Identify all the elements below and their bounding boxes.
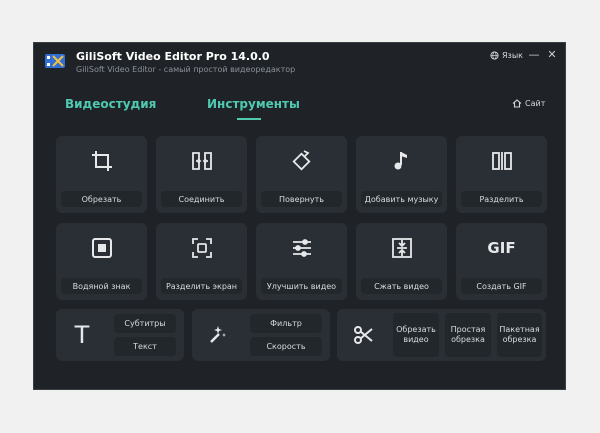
cut-tools-group: Обрезать видео Простая обрезка Пакетная … [337, 309, 546, 361]
home-icon [512, 99, 522, 108]
subtitles-button[interactable]: Субтитры [114, 314, 176, 333]
rotate-icon [291, 150, 311, 171]
tool-label: Обрезать [61, 191, 142, 207]
minimize-button[interactable]: — [528, 49, 540, 61]
simple-cut-button[interactable]: Простая обрезка [445, 313, 491, 357]
tool-split-screen[interactable]: Разделить экран [156, 223, 247, 300]
scissors-icon [354, 326, 373, 344]
site-link[interactable]: Сайт [512, 99, 545, 108]
tool-label: Водяной знак [61, 278, 142, 294]
text-tools-group: T Субтитры Текст [56, 309, 184, 361]
compress-icon [391, 238, 412, 258]
music-note-icon [394, 152, 407, 170]
gif-icon: GIF [487, 239, 516, 257]
language-label: Язык [502, 51, 523, 60]
globe-icon [490, 51, 499, 60]
speed-button[interactable]: Скорость [250, 337, 322, 356]
batch-cut-button[interactable]: Пакетная обрезка [497, 313, 542, 357]
tool-label: Разделить [461, 191, 542, 207]
tool-label: Создать GIF [461, 278, 542, 294]
effects-tools-group: Фильтр Скорость [192, 309, 330, 361]
tool-add-music[interactable]: Добавить музыку [356, 136, 447, 213]
tool-enhance-video[interactable]: Улучшить видео [256, 223, 347, 300]
tool-rotate[interactable]: Повернуть [256, 136, 347, 213]
active-tab-indicator [237, 118, 261, 120]
tool-label: Сжать видео [361, 278, 442, 294]
language-button[interactable]: Язык [490, 51, 523, 60]
tool-label: Соединить [161, 191, 242, 207]
app-window: GiliSoft Video Editor Pro 14.0.0 GiliSof… [33, 42, 566, 390]
tool-label: Улучшить видео [261, 278, 342, 294]
split-icon [491, 152, 512, 170]
watermark-icon [91, 238, 112, 258]
tool-label: Повернуть [261, 191, 342, 207]
tool-compress-video[interactable]: Сжать видео [356, 223, 447, 300]
tool-watermark[interactable]: Водяной знак [56, 223, 147, 300]
close-button[interactable]: ✕ [546, 49, 558, 61]
tool-split[interactable]: Разделить [456, 136, 547, 213]
tool-merge[interactable]: Соединить [156, 136, 247, 213]
title-bar: GiliSoft Video Editor Pro 14.0.0 GiliSof… [34, 43, 565, 81]
app-logo-icon [45, 54, 65, 68]
text-t-icon: T [74, 321, 90, 349]
tool-create-gif[interactable]: GIF Создать GIF [456, 223, 547, 300]
filter-button[interactable]: Фильтр [250, 314, 322, 333]
tool-crop[interactable]: Обрезать [56, 136, 147, 213]
site-label: Сайт [525, 99, 546, 108]
crop-icon [91, 151, 112, 171]
text-button[interactable]: Текст [114, 337, 176, 356]
tab-video-studio[interactable]: Видеостудия [65, 97, 156, 111]
tool-label: Разделить экран [161, 278, 242, 294]
tab-tools[interactable]: Инструменты [207, 97, 300, 111]
cut-video-button[interactable]: Обрезать видео [393, 313, 439, 357]
sliders-icon [292, 239, 311, 257]
tool-label: Добавить музыку [361, 191, 442, 207]
magic-wand-icon [210, 326, 226, 343]
app-subtitle: GiliSoft Video Editor - самый простой ви… [76, 65, 296, 74]
merge-icon [191, 152, 212, 170]
app-title: GiliSoft Video Editor Pro 14.0.0 [76, 50, 270, 63]
split-screen-icon [191, 238, 212, 258]
